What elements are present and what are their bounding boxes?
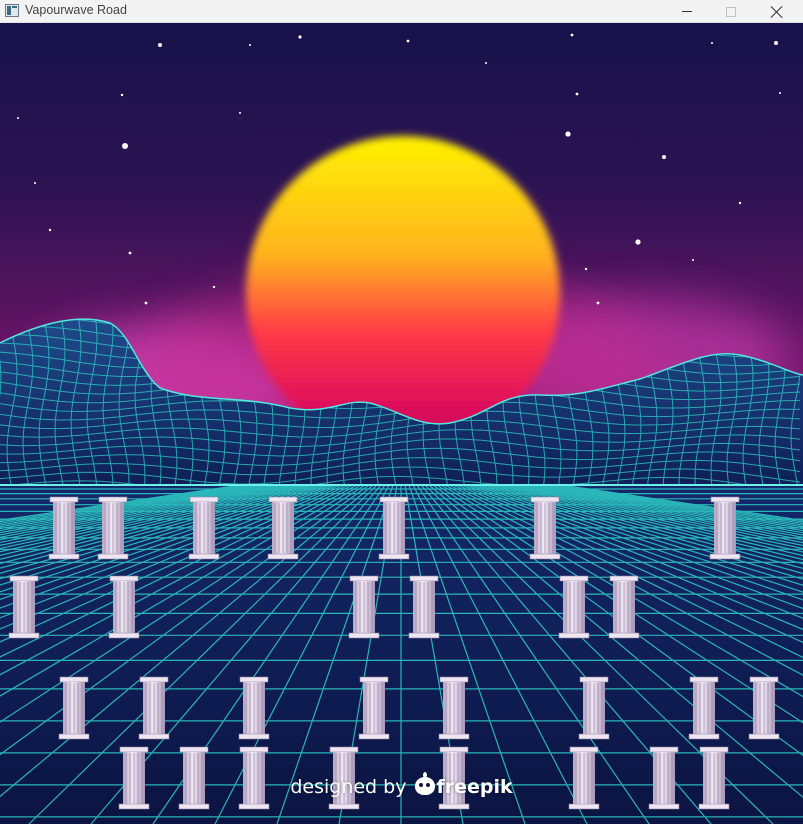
maximize-icon <box>726 6 736 17</box>
pillar-icon <box>578 676 610 740</box>
maximize-button[interactable] <box>708 0 754 23</box>
pillar-icon <box>709 496 741 560</box>
game-scene <box>0 23 803 824</box>
watermark-brand: freepik <box>436 776 513 798</box>
pillar-icon <box>748 676 780 740</box>
window-titlebar[interactable]: Vapourwave Road <box>0 0 803 23</box>
pillar-icon <box>408 575 440 639</box>
pillar-icon <box>358 676 390 740</box>
pillar-icon <box>188 496 220 560</box>
window-app-icon <box>5 4 19 17</box>
freepik-logo-icon <box>414 772 435 795</box>
pillar-icon <box>688 676 720 740</box>
pillar-icon <box>378 496 410 560</box>
watermark-prefix: designed by <box>290 776 407 798</box>
close-icon <box>771 6 783 18</box>
pillar-icon <box>558 575 590 639</box>
pillar-icon <box>529 496 561 560</box>
pillar-icon <box>138 676 170 740</box>
minimize-button[interactable] <box>664 0 710 23</box>
window-title: Vapourwave Road <box>25 3 127 17</box>
pillar-icon <box>8 575 40 639</box>
minimize-icon <box>682 11 692 12</box>
pillar-icon <box>238 676 270 740</box>
pillar-icon <box>58 676 90 740</box>
pillar-icon <box>48 496 80 560</box>
pillar-icon <box>608 575 640 639</box>
pillar-icon <box>348 575 380 639</box>
close-button[interactable] <box>754 0 800 23</box>
pillar-icon <box>438 676 470 740</box>
game-viewport[interactable]: designed by freepik <box>0 23 803 824</box>
watermark: designed by freepik <box>0 772 803 798</box>
pillar-icon <box>267 496 299 560</box>
pillar-icon <box>97 496 129 560</box>
pillar-icon <box>108 575 140 639</box>
